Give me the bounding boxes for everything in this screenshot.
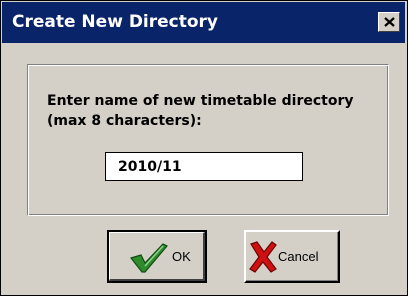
directory-name-input[interactable] — [105, 152, 303, 181]
close-icon — [384, 17, 395, 27]
cancel-button[interactable]: Cancel — [244, 230, 340, 283]
dialog-title: Create New Directory — [12, 12, 219, 32]
checkmark-icon — [129, 243, 168, 273]
ok-button-label: OK — [172, 249, 191, 264]
close-button[interactable] — [378, 12, 400, 32]
cancel-button-label: Cancel — [278, 249, 319, 264]
prompt-line-1: Enter name of new timetable directory — [47, 93, 354, 109]
red-x-icon — [249, 241, 277, 273]
prompt-line-2: (max 8 characters): — [47, 113, 202, 129]
directory-prompt: Enter name of new timetable directory (m… — [47, 91, 353, 131]
create-directory-dialog: Create New Directory Enter name of new t… — [0, 0, 408, 296]
ok-button[interactable]: OK — [107, 230, 207, 283]
input-group-frame — [27, 64, 389, 216]
title-bar[interactable]: Create New Directory — [2, 2, 405, 43]
